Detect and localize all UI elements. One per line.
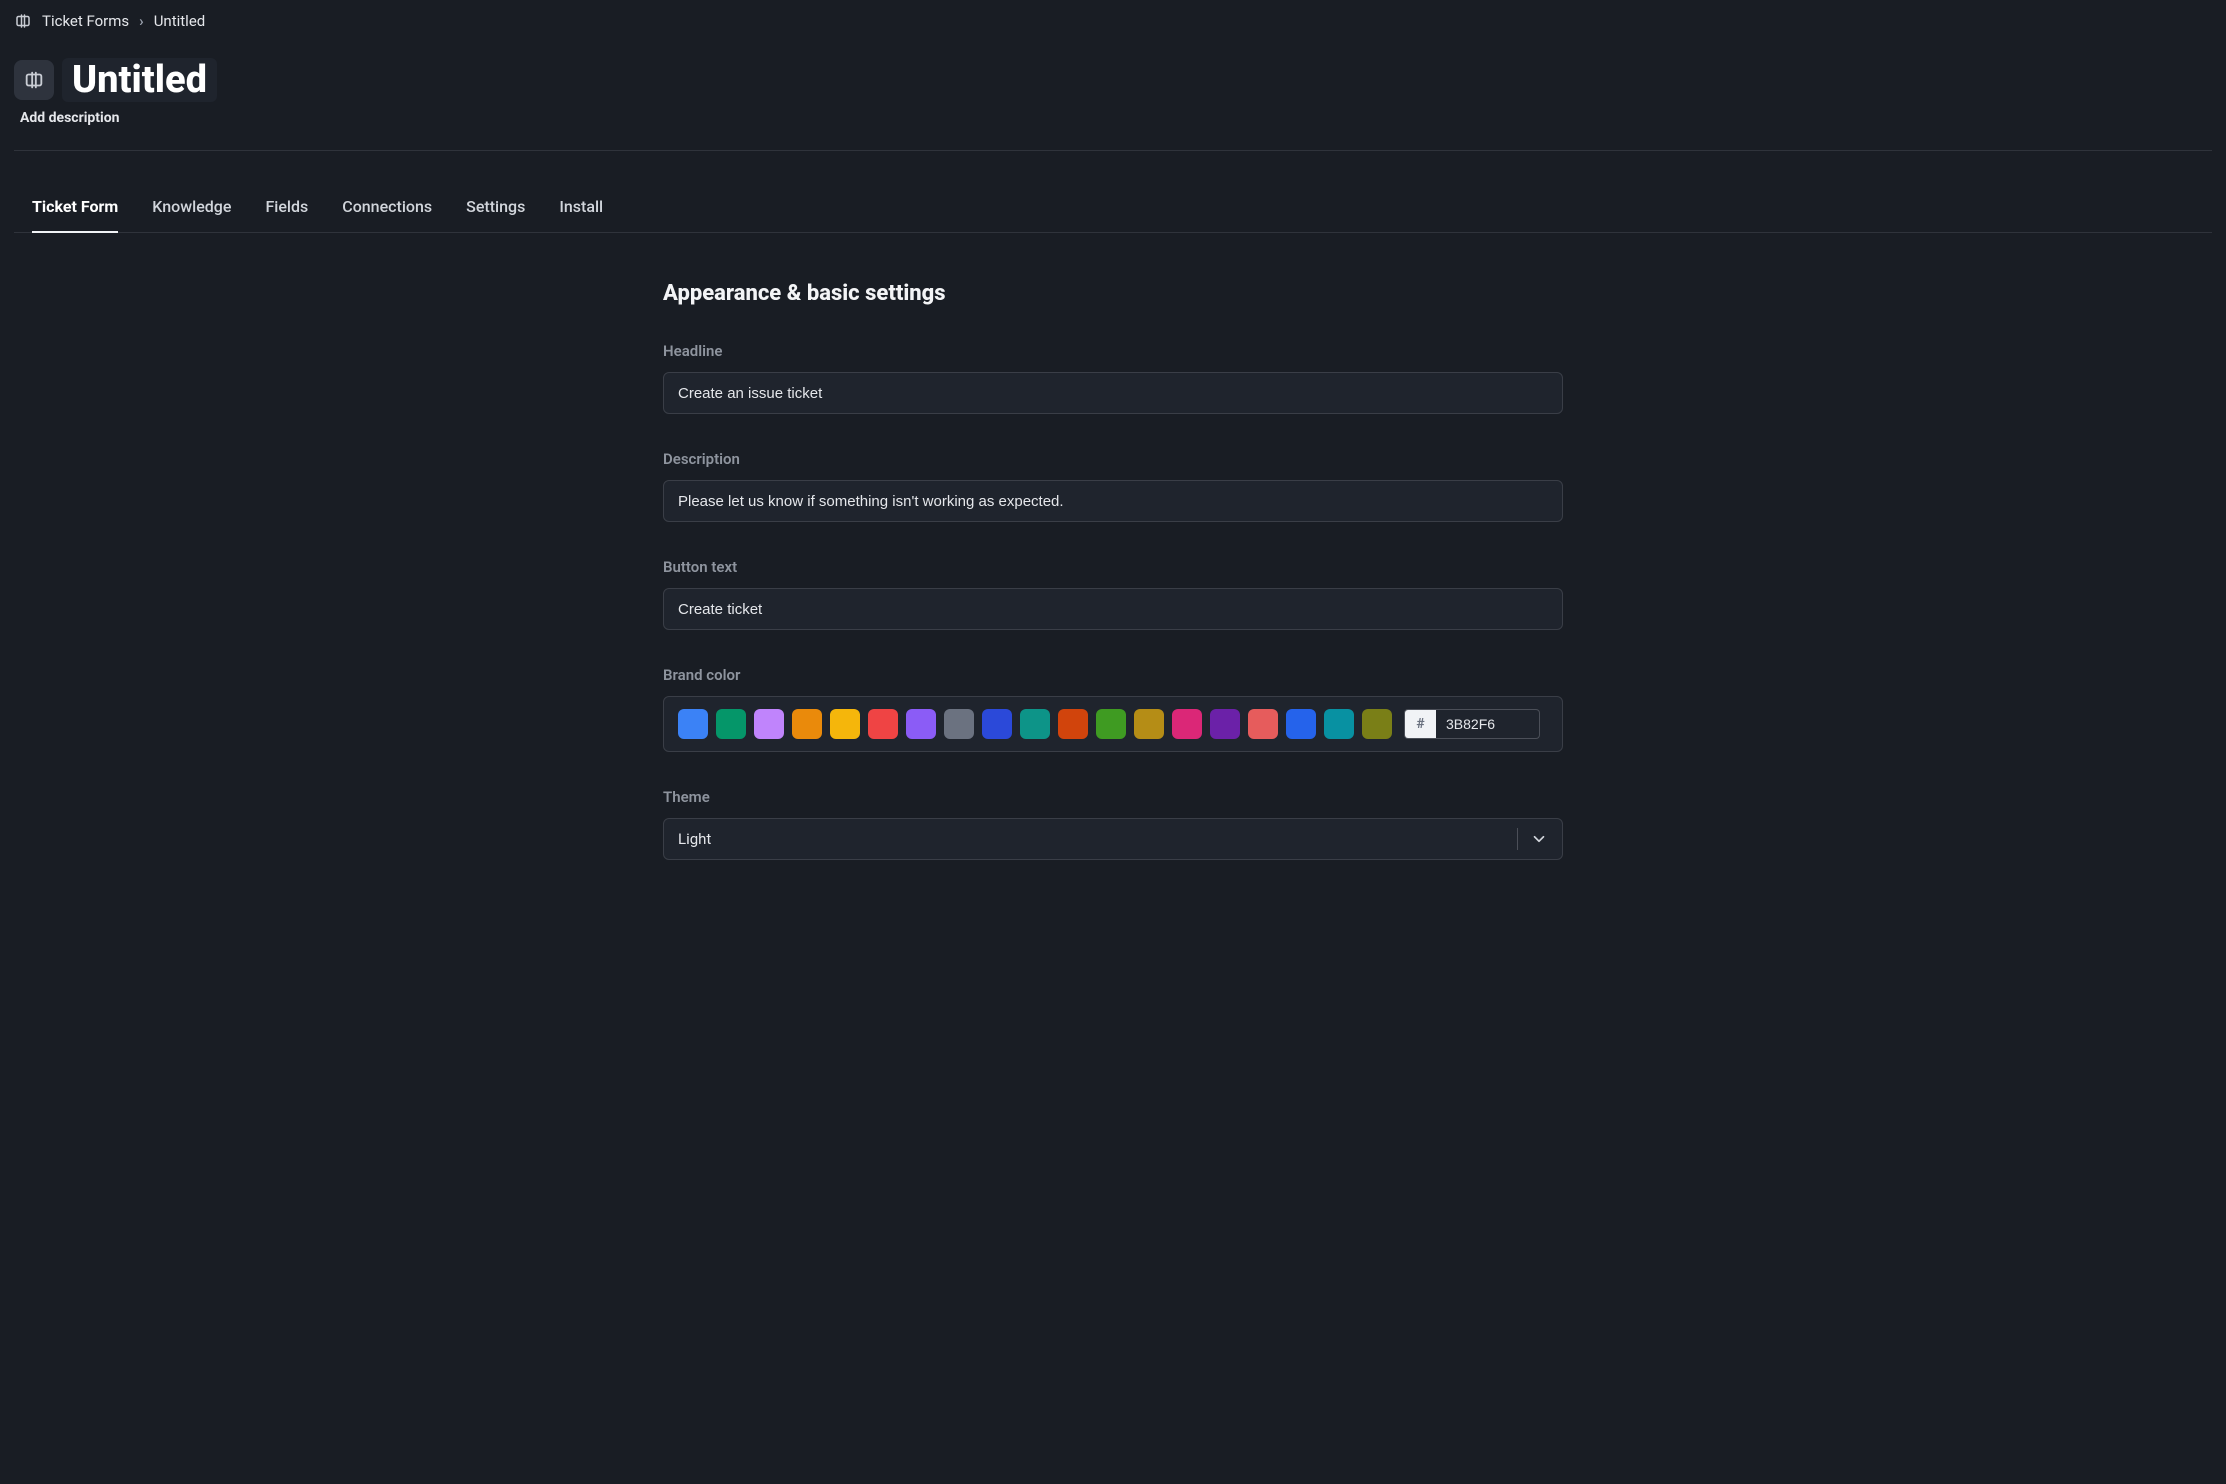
headline-label: Headline: [663, 342, 1563, 360]
color-swatch[interactable]: [1248, 709, 1278, 739]
tab-knowledge[interactable]: Knowledge: [152, 183, 231, 232]
theme-value: Light: [678, 830, 711, 848]
color-swatch[interactable]: [1058, 709, 1088, 739]
tab-ticket-form[interactable]: Ticket Form: [32, 183, 118, 232]
tab-connections[interactable]: Connections: [342, 183, 432, 232]
title-row: Untitled: [14, 58, 2212, 102]
brand-color-hex-input[interactable]: [1436, 709, 1540, 739]
tabs: Ticket Form Knowledge Fields Connections Set…: [14, 183, 2212, 233]
color-swatch[interactable]: [1324, 709, 1354, 739]
theme-label: Theme: [663, 788, 1563, 806]
divider: [14, 150, 2212, 151]
tab-install[interactable]: Install: [559, 183, 603, 232]
color-swatch[interactable]: [1362, 709, 1392, 739]
color-swatch[interactable]: [1210, 709, 1240, 739]
brand-color-panel: #: [663, 696, 1563, 752]
color-swatch[interactable]: [678, 709, 708, 739]
color-swatch[interactable]: [1172, 709, 1202, 739]
breadcrumb: Ticket Forms › Untitled: [14, 12, 2212, 30]
field-button-text: Button text: [663, 558, 1563, 630]
color-swatch[interactable]: [982, 709, 1012, 739]
add-description-button[interactable]: Add description: [20, 110, 2212, 126]
color-swatch[interactable]: [944, 709, 974, 739]
color-swatch[interactable]: [716, 709, 746, 739]
breadcrumb-current: Untitled: [154, 12, 206, 30]
field-description: Description: [663, 450, 1563, 522]
select-separator: [1517, 828, 1518, 850]
color-swatch[interactable]: [906, 709, 936, 739]
description-label: Description: [663, 450, 1563, 468]
description-input[interactable]: [663, 480, 1563, 522]
color-swatch[interactable]: [1134, 709, 1164, 739]
field-brand-color: Brand color #: [663, 666, 1563, 752]
button-text-input[interactable]: [663, 588, 1563, 630]
form-icon: [14, 12, 32, 30]
brand-color-label: Brand color: [663, 666, 1563, 684]
field-headline: Headline: [663, 342, 1563, 414]
content: Appearance & basic settings Headline Des…: [663, 233, 1563, 860]
color-swatch[interactable]: [830, 709, 860, 739]
chevron-right-icon: ›: [139, 12, 144, 30]
field-theme: Theme Light: [663, 788, 1563, 860]
theme-select[interactable]: Light: [663, 818, 1563, 860]
color-swatch[interactable]: [792, 709, 822, 739]
hex-group: #: [1404, 709, 1540, 739]
section-title: Appearance & basic settings: [663, 281, 1563, 306]
tab-fields[interactable]: Fields: [265, 183, 308, 232]
tab-settings[interactable]: Settings: [466, 183, 525, 232]
color-swatch[interactable]: [1096, 709, 1126, 739]
color-swatch[interactable]: [1020, 709, 1050, 739]
color-swatch[interactable]: [1286, 709, 1316, 739]
form-icon: [14, 60, 54, 100]
headline-input[interactable]: [663, 372, 1563, 414]
button-text-label: Button text: [663, 558, 1563, 576]
color-swatch[interactable]: [868, 709, 898, 739]
breadcrumb-root[interactable]: Ticket Forms: [42, 12, 129, 30]
chevron-down-icon: [1530, 830, 1548, 848]
hash-symbol: #: [1404, 709, 1436, 739]
page-title[interactable]: Untitled: [62, 56, 217, 104]
color-swatch[interactable]: [754, 709, 784, 739]
